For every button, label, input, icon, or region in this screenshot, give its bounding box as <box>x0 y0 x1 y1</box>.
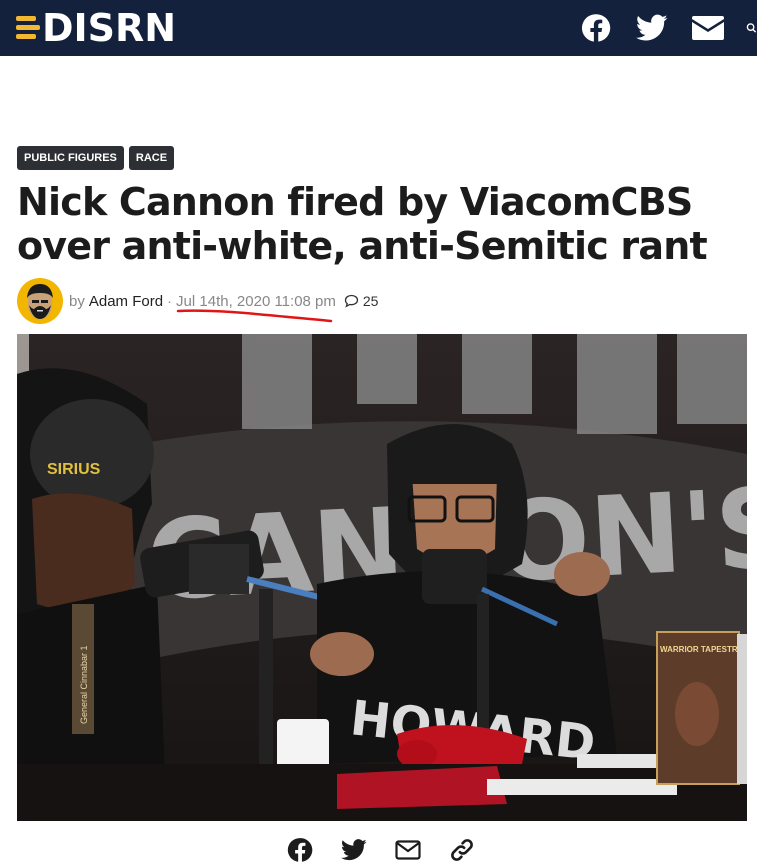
red-underline-annotation <box>176 309 333 323</box>
article-title: Nick Cannon fired by ViacomCBS over anti… <box>17 180 708 268</box>
tag-race[interactable]: RACE <box>128 146 175 170</box>
share-link-icon[interactable] <box>448 836 476 864</box>
search-icon[interactable] <box>746 9 757 47</box>
share-email-icon[interactable] <box>394 836 422 864</box>
comment-count: 25 <box>362 293 379 309</box>
category-tags: PUBLIC FIGURES RACE <box>17 146 175 170</box>
share-twitter-icon[interactable] <box>340 836 368 864</box>
author-avatar[interactable] <box>17 278 63 324</box>
twitter-icon[interactable] <box>635 9 669 47</box>
spine-text: General Cinnabar 1 <box>79 645 89 724</box>
logo-text: DISRN <box>42 6 177 50</box>
article-hero-image: CANNON'S SIRIUS General Cinnabar 1 HOWAR… <box>17 334 747 821</box>
site-header: DISRN <box>0 0 757 56</box>
site-logo[interactable]: DISRN <box>16 6 176 50</box>
logo-mark-icon <box>16 10 40 46</box>
facebook-icon[interactable] <box>580 9 612 47</box>
author-link[interactable]: Adam Ford <box>89 293 163 310</box>
book-title-text: WARRIOR TAPESTRY <box>660 645 743 654</box>
envelope-icon[interactable] <box>690 9 726 47</box>
byline-separator: · <box>167 292 173 310</box>
byline-by-label: by <box>69 292 85 310</box>
comment-icon <box>344 294 359 308</box>
comments-link[interactable]: 25 <box>344 293 379 309</box>
tag-public-figures[interactable]: PUBLIC FIGURES <box>17 146 124 170</box>
share-facebook-icon[interactable] <box>286 836 314 864</box>
cap-text: SIRIUS <box>47 461 101 478</box>
